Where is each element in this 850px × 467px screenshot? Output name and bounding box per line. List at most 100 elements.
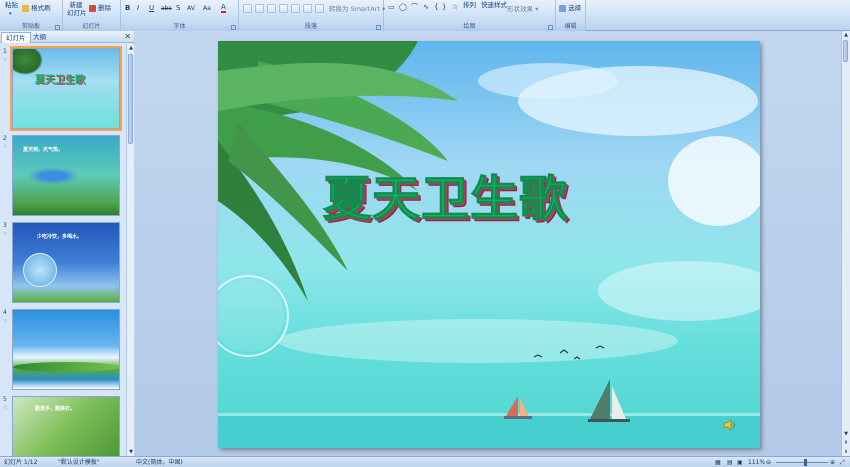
slide-thumbnail-row[interactable]: 5 ☆ 勤洗手，勤换衣， (0, 394, 126, 456)
transition-icon: ☆ (3, 405, 8, 411)
paragraph-launcher[interactable] (376, 25, 381, 30)
slide-editor: 夏天卫生歌 (135, 31, 841, 456)
scroll-up-icon[interactable]: ▲ (127, 44, 135, 52)
fit-to-window-icon[interactable]: ⤢ (840, 458, 845, 467)
thumbnail-list: 1 ☆ 夏天卫生歌 2 ☆ 夏天到，天气热， 3 ☆ 少吃冷饮，多喝水。 4 ☆… (0, 44, 126, 456)
shadow-button[interactable]: S (176, 4, 180, 13)
zoom-out-icon[interactable]: ⊖ (766, 458, 771, 467)
scroll-up-icon[interactable]: ▲ (842, 31, 850, 39)
strikethrough-button[interactable]: abc (161, 4, 172, 13)
clipboard-group: 粘贴 ▾ 格式刷 剪贴板 (0, 0, 63, 31)
slide-background-art (218, 41, 760, 448)
clipboard-launcher[interactable] (55, 25, 60, 30)
slideshow-icon[interactable]: ▣ (737, 458, 743, 467)
zoom-in-icon[interactable]: ⊕ (830, 458, 835, 467)
slide-number: 3 (3, 222, 7, 229)
slide-thumbnail[interactable] (12, 309, 120, 390)
shape-oval-icon[interactable]: ◯ (399, 3, 407, 12)
font-launcher[interactable] (231, 25, 236, 30)
drawing-group-label: 绘图 (384, 23, 555, 31)
next-slide-icon[interactable]: ⇟ (842, 448, 850, 456)
change-case-button[interactable]: Aa (203, 4, 211, 13)
slide-thumbnail-row[interactable]: 3 ☆ 少吃冷饮，多喝水。 (0, 220, 126, 304)
justify-icon[interactable] (279, 4, 288, 13)
editing-group: 选择 编辑 (556, 0, 586, 31)
new-slide-button[interactable]: 新建 幻灯片 (67, 1, 87, 17)
panel-scroll-thumb[interactable] (128, 54, 133, 144)
convert-smartart-button[interactable]: 转换为 SmartArt ▾ (329, 5, 385, 13)
slide-thumbnail-row[interactable]: 1 ☆ 夏天卫生歌 (0, 46, 126, 131)
panel-scrollbar[interactable]: ▲ ▼ (126, 44, 134, 456)
align-left-icon[interactable] (243, 4, 252, 13)
tab-outline[interactable]: 大纲 (29, 32, 50, 43)
transition-icon: ☆ (3, 318, 8, 324)
slide-thumbnail-row[interactable]: 2 ☆ 夏天到，天气热， (0, 133, 126, 217)
globe-decoration (23, 253, 57, 287)
close-icon[interactable]: ✕ (124, 31, 131, 42)
bubbles-decoration (23, 166, 83, 186)
delete-slide-button[interactable]: 删除 (89, 4, 111, 12)
shape-brace-left-icon[interactable]: { (434, 3, 438, 12)
thumbnail-text: 少吃冷饮，多喝水。 (37, 234, 83, 240)
paste-button[interactable]: 粘贴 (5, 1, 18, 9)
slide-title[interactable]: 夏天卫生歌 (218, 159, 760, 229)
font-color-button[interactable]: A (221, 4, 226, 13)
shape-brace-right-icon[interactable]: } (442, 3, 446, 12)
distribute-icon[interactable] (291, 4, 300, 13)
grass-decoration (13, 362, 119, 372)
zoom-slider[interactable] (776, 459, 828, 466)
speaker-icon[interactable] (723, 419, 737, 431)
slide-sorter-icon[interactable]: ▤ (727, 458, 733, 467)
thumbnail-title: 夏天卫生歌 (35, 75, 85, 86)
slide-number: 1 (3, 48, 7, 55)
quick-styles-button[interactable]: 快速样式 (481, 1, 507, 9)
text-direction-icon[interactable] (315, 4, 324, 13)
zoom-slider-thumb[interactable] (804, 459, 807, 466)
slide-thumbnail[interactable]: 夏天卫生歌 (10, 46, 122, 131)
slide-thumbnail-row[interactable]: 4 ☆ (0, 307, 126, 391)
underline-button[interactable]: U (149, 4, 154, 13)
previous-slide-icon[interactable]: ⇞ (842, 439, 850, 447)
bold-button[interactable]: B (125, 4, 130, 13)
thumbnail-text: 勤洗手，勤换衣， (35, 406, 76, 412)
scroll-down-icon[interactable]: ▼ (842, 430, 850, 438)
select-icon (559, 4, 566, 12)
paste-label: 粘贴 (5, 1, 18, 9)
editor-scroll-thumb[interactable] (843, 40, 848, 62)
editor-scrollbar[interactable]: ▲ ▼ ⇞ ⇟ (841, 31, 850, 456)
select-button[interactable]: 选择 (559, 4, 581, 12)
slide-thumbnail[interactable]: 少吃冷饮，多喝水。 (12, 222, 120, 303)
format-painter-button[interactable]: 格式刷 (22, 4, 51, 12)
font-group-label: 字体 (121, 23, 238, 31)
slide-thumbnail[interactable]: 夏天到，天气热， (12, 135, 120, 216)
zoom-level[interactable]: 111% (748, 458, 765, 467)
ribbon: 粘贴 ▾ 格式刷 剪贴板 新建 幻灯片 删除 幻灯片 B I U abc S A… (0, 0, 850, 31)
tab-slides[interactable]: 幻灯片 (1, 32, 31, 43)
columns-icon[interactable] (303, 4, 312, 13)
arrange-button[interactable]: 排列 (463, 1, 476, 9)
shape-arc-icon[interactable]: ⌒ (411, 3, 418, 12)
current-slide[interactable]: 夏天卫生歌 (218, 41, 760, 448)
slide-number: 2 (3, 135, 7, 142)
drawing-launcher[interactable] (548, 25, 553, 30)
shape-effects-button[interactable]: 形状效果 ▾ (507, 5, 538, 13)
language-indicator: 中文(简体，中国) (136, 459, 183, 466)
delete-icon (89, 4, 96, 12)
scroll-down-icon[interactable]: ▼ (127, 448, 135, 456)
slide-number: 5 (3, 396, 7, 403)
char-spacing-button[interactable]: AV (187, 4, 195, 13)
panel-tabs: 幻灯片 大纲 ✕ (0, 31, 134, 43)
shape-rect-icon[interactable]: ▭ (388, 3, 395, 12)
align-center-icon[interactable] (255, 4, 264, 13)
italic-button[interactable]: I (137, 4, 139, 13)
slides-group: 新建 幻灯片 删除 幻灯片 (63, 0, 121, 31)
slide-thumbnail[interactable]: 勤洗手，勤换衣， (12, 396, 120, 456)
shape-star-icon[interactable]: ☆ (452, 3, 458, 12)
shape-curve-icon[interactable]: ∿ (423, 3, 429, 12)
align-right-icon[interactable] (267, 4, 276, 13)
drawing-group: ▭ ◯ ⌒ ∿ { } ☆ 排列 快速样式 形状效果 ▾ 绘图 (384, 0, 556, 31)
normal-view-icon[interactable]: ▦ (715, 458, 721, 467)
slide-counter: 幻灯片 1/12 (4, 459, 38, 466)
transition-icon: ☆ (3, 57, 8, 63)
paste-dropdown-icon[interactable]: ▾ (9, 10, 12, 18)
